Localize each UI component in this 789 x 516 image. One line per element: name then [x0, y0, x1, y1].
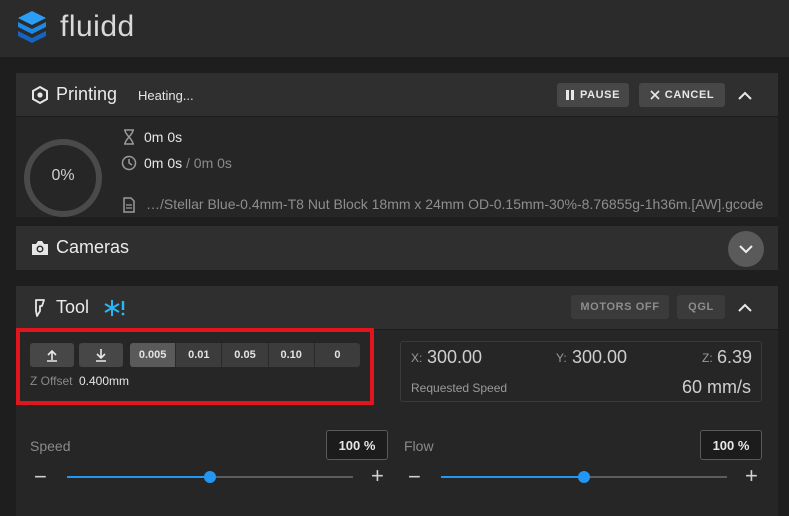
tool-title: Tool	[56, 297, 90, 317]
z-step-option[interactable]: 0.005	[130, 343, 177, 367]
clock-icon	[121, 155, 137, 171]
requested-speed-value: 60 mm/s	[681, 377, 751, 397]
tool-card-header: Tool MOTORS OFF QGL	[16, 286, 778, 330]
speed-input[interactable]: 100 %	[326, 430, 388, 460]
pause-button[interactable]: PAUSE	[557, 83, 629, 107]
position-readout: X: 300.00 Y: 300.00 Z: 6.39 Requested Sp…	[400, 341, 762, 402]
z-step-option[interactable]: 0.10	[269, 343, 315, 367]
app-bar: fluidd	[0, 0, 789, 57]
printing-card-header: Printing Heating... PAUSE CANCEL	[16, 73, 778, 117]
tool-card: Tool MOTORS OFF QGL 0.005 0.01 0.05 0.10	[16, 286, 778, 516]
flow-increase-button[interactable]: +	[745, 465, 758, 487]
chevron-up-icon	[738, 91, 752, 100]
fluidd-logo-icon[interactable]	[16, 10, 48, 46]
chevron-up-icon	[738, 303, 752, 312]
camera-icon	[32, 241, 48, 255]
z-step-option[interactable]: 0	[315, 343, 360, 367]
z-step-option[interactable]: 0.05	[222, 343, 269, 367]
y-axis-value: 300.00	[572, 347, 628, 367]
speed-label: Speed	[30, 438, 71, 454]
expand-cameras-button[interactable]	[728, 231, 764, 267]
chevron-down-icon	[739, 244, 753, 253]
file-icon	[123, 197, 135, 213]
flow-slider-thumb[interactable]	[578, 471, 590, 483]
z-axis-label: Z:	[702, 351, 713, 365]
print-filename: …/Stellar Blue-0.4mm-T8 Nut Block 18mm x…	[146, 196, 764, 212]
y-axis-label: Y:	[556, 351, 567, 365]
close-icon	[650, 90, 660, 100]
pause-label: PAUSE	[579, 89, 621, 101]
hourglass-icon	[124, 129, 134, 145]
main-content: Printing Heating... PAUSE CANCEL 0% 0m 0…	[0, 57, 789, 516]
printing-card: Printing Heating... PAUSE CANCEL 0% 0m 0…	[16, 73, 778, 217]
printer-icon	[32, 85, 48, 105]
remaining-time: 0m 0s / 0m 0s	[144, 155, 232, 171]
speed-slider-fill	[67, 476, 210, 478]
brand-name: fluidd	[60, 10, 135, 43]
total-time: / 0m 0s	[186, 155, 232, 171]
flow-slider[interactable]	[441, 471, 727, 483]
cooldown-icon[interactable]	[104, 298, 126, 318]
x-axis-label: X:	[411, 351, 423, 365]
flow-label: Flow	[404, 438, 434, 454]
remaining-time-value: 0m 0s	[144, 155, 183, 171]
motors-off-button[interactable]: MOTORS OFF	[571, 295, 669, 319]
requested-speed-label: Requested Speed	[411, 381, 508, 395]
z-step-selector: 0.005 0.01 0.05 0.10 0	[130, 343, 360, 367]
cancel-label: CANCEL	[664, 89, 715, 101]
z-offset-up-button[interactable]	[30, 343, 74, 367]
z-offset-value: 0.400mm	[79, 374, 130, 388]
arrow-down-icon	[96, 349, 106, 362]
collapse-tool-button[interactable]	[733, 295, 757, 319]
z-axis-value: 6.39	[717, 347, 753, 367]
progress-percent: 0%	[51, 167, 75, 184]
flow-slider-fill	[441, 476, 584, 478]
z-offset-label: Z Offset	[30, 374, 73, 388]
cancel-button[interactable]: CANCEL	[639, 83, 725, 107]
speed-decrease-button[interactable]: −	[34, 466, 47, 488]
qgl-button[interactable]: QGL	[677, 295, 725, 319]
printing-title: Printing	[56, 84, 118, 104]
flow-input[interactable]: 100 %	[700, 430, 762, 460]
speed-slider[interactable]	[67, 471, 353, 483]
speed-slider-thumb[interactable]	[204, 471, 216, 483]
elapsed-time: 0m 0s	[144, 129, 183, 145]
cameras-title: Cameras	[56, 237, 130, 257]
print-status: Heating...	[138, 88, 194, 103]
z-offset-down-button[interactable]	[79, 343, 123, 367]
z-step-option[interactable]: 0.01	[176, 343, 223, 367]
x-axis-value: 300.00	[427, 347, 483, 367]
speed-increase-button[interactable]: +	[371, 465, 384, 487]
tool-icon	[35, 299, 45, 317]
collapse-printing-button[interactable]	[733, 83, 757, 107]
flow-decrease-button[interactable]: −	[408, 466, 421, 488]
pause-icon	[565, 90, 574, 100]
cameras-card-header[interactable]: Cameras	[16, 226, 778, 270]
arrow-up-icon	[47, 349, 57, 362]
cameras-card: Cameras	[16, 226, 778, 270]
